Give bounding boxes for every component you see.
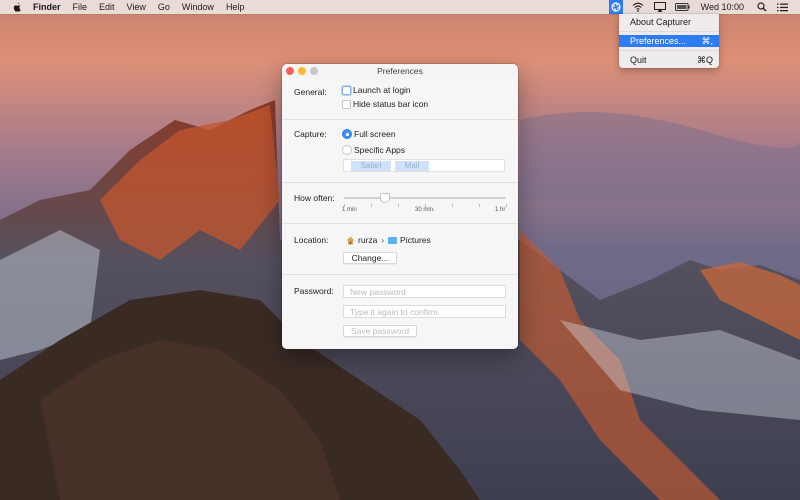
menu-help[interactable]: Help xyxy=(226,2,245,12)
slider-tick-labels: 1 min 30 min. 1 hr xyxy=(338,207,514,217)
battery-icon[interactable] xyxy=(675,0,691,14)
notification-list-icon[interactable] xyxy=(776,0,788,14)
app-token-mail[interactable]: Mail xyxy=(395,160,429,171)
how-often-label: How often: xyxy=(294,193,335,203)
preferences-window: Preferences General: Launch at login Hid… xyxy=(282,64,518,349)
menu-go[interactable]: Go xyxy=(158,2,170,12)
menu-finder[interactable]: Finder xyxy=(33,2,61,12)
menu-file[interactable]: File xyxy=(73,2,88,12)
radio-label: Full screen xyxy=(354,129,396,139)
hide-status-bar-icon-checkbox[interactable]: Hide status bar icon xyxy=(342,99,428,109)
save-password-button[interactable]: Save password xyxy=(343,325,417,337)
capturer-status-icon[interactable] xyxy=(608,0,623,14)
section-divider xyxy=(282,223,518,224)
path-home: rurza xyxy=(358,235,378,245)
tick-label-max: 1 hr xyxy=(495,207,506,213)
new-password-field[interactable]: New password xyxy=(343,285,506,298)
chevron-right-icon: › xyxy=(381,235,385,245)
specific-apps-radio[interactable]: Specific Apps xyxy=(342,145,405,155)
menu-item-label: Quit xyxy=(630,55,647,65)
folder-icon xyxy=(388,236,398,244)
title-bar[interactable]: Preferences xyxy=(282,64,518,78)
window-title: Preferences xyxy=(377,66,423,76)
app-token-safari[interactable]: Safari xyxy=(351,160,391,171)
airplay-icon[interactable] xyxy=(653,0,667,14)
section-divider xyxy=(282,119,518,120)
slider-thumb[interactable] xyxy=(379,193,390,203)
menu-item-preferences[interactable]: Preferences... ⌘, xyxy=(619,35,719,47)
menu-item-shortcut: ⌘Q xyxy=(696,54,713,65)
section-divider xyxy=(282,274,518,275)
password-label: Password: xyxy=(294,286,334,296)
apps-token-field[interactable]: Safari Mail xyxy=(343,159,505,172)
menu-clock[interactable]: Wed 10:00 xyxy=(701,2,744,12)
tick-label-min: 1 min xyxy=(342,207,357,213)
checkbox-label: Hide status bar icon xyxy=(353,99,429,109)
capture-label: Capture: xyxy=(294,129,327,139)
slider-track[interactable] xyxy=(344,197,506,199)
tick-label-mid: 30 min. xyxy=(415,207,435,213)
checkbox-label: Launch at login xyxy=(353,85,411,95)
change-location-button[interactable]: Change... xyxy=(343,252,397,264)
launch-at-login-checkbox[interactable]: Launch at login xyxy=(342,85,411,95)
radio-button[interactable] xyxy=(342,129,352,139)
menu-separator xyxy=(619,50,719,51)
menu-item-shortcut: ⌘, xyxy=(701,35,713,46)
full-screen-radio[interactable]: Full screen xyxy=(342,129,396,139)
confirm-password-field[interactable]: Type it again to confirm xyxy=(343,305,506,318)
location-label: Location: xyxy=(294,235,329,245)
general-label: General: xyxy=(294,87,327,97)
home-icon xyxy=(346,236,355,244)
menu-item-label: Preferences... xyxy=(630,36,687,46)
radio-button[interactable] xyxy=(342,145,352,155)
status-area: Wed 10:00 xyxy=(608,0,800,14)
path-folder: Pictures xyxy=(400,235,431,245)
capturer-menu: About Capturer Preferences... ⌘, Quit ⌘Q xyxy=(619,14,719,68)
menu-item-about[interactable]: About Capturer xyxy=(619,16,719,28)
menu-edit[interactable]: Edit xyxy=(99,2,115,12)
section-divider xyxy=(282,182,518,183)
menu-separator xyxy=(619,31,719,32)
menu-bar: Finder File Edit View Go Window Help Wed… xyxy=(0,0,800,14)
menu-view[interactable]: View xyxy=(127,2,146,12)
preferences-content: General: Launch at login Hide status bar… xyxy=(282,78,518,349)
wifi-icon[interactable] xyxy=(631,0,645,14)
menu-item-label: About Capturer xyxy=(630,17,692,27)
spotlight-search-icon[interactable] xyxy=(756,0,768,14)
menu-item-quit[interactable]: Quit ⌘Q xyxy=(619,54,719,66)
checkbox-box[interactable] xyxy=(342,85,351,95)
location-path: rurza › Pictures xyxy=(346,235,431,245)
apple-logo-icon xyxy=(13,2,21,12)
checkbox-box[interactable] xyxy=(342,99,351,109)
radio-label: Specific Apps xyxy=(354,145,406,155)
aperture-icon xyxy=(611,2,621,12)
apple-menu[interactable] xyxy=(13,2,22,13)
menu-window[interactable]: Window xyxy=(182,2,214,12)
